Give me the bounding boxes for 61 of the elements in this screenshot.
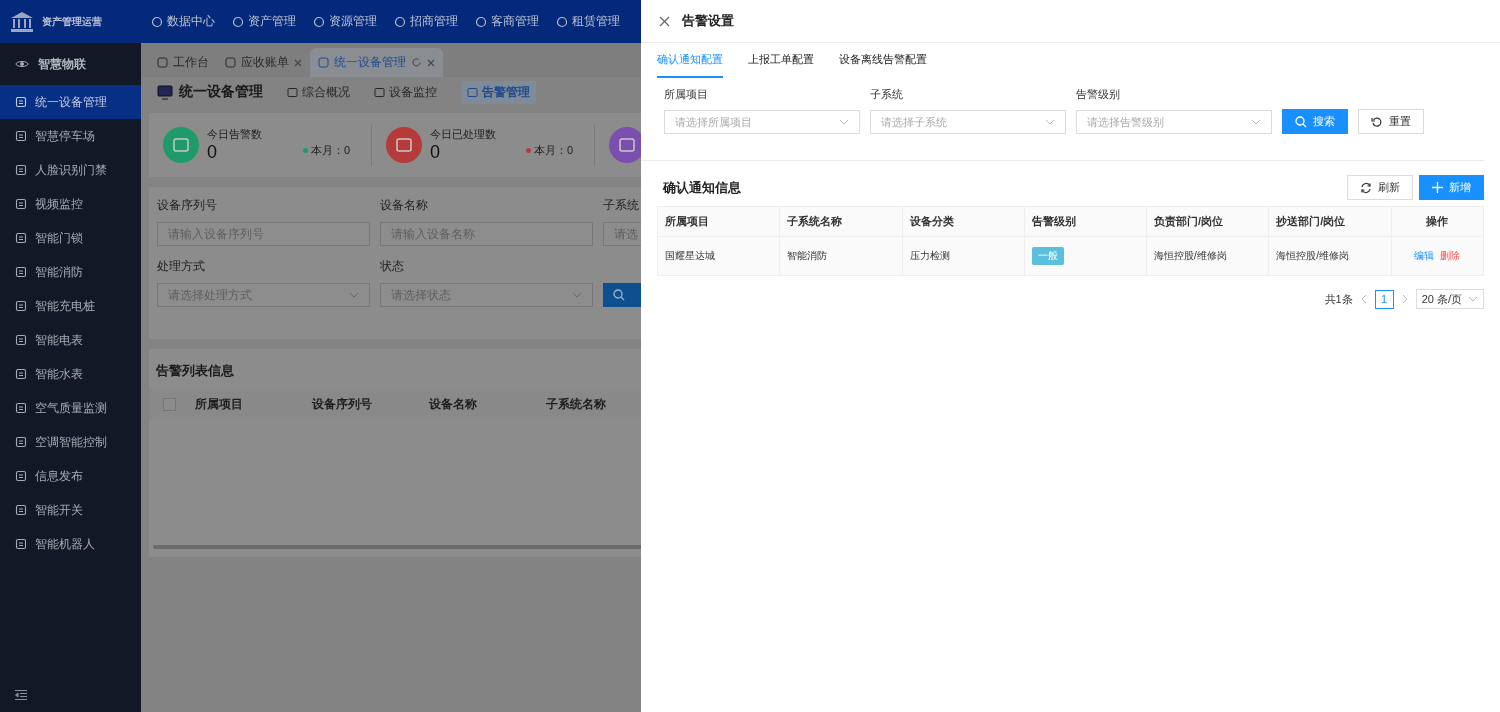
field-label: 设备序列号 — [157, 197, 218, 214]
subnav-tab[interactable]: 综合概况 — [287, 83, 350, 101]
column-header: 操作 — [1425, 214, 1450, 229]
section-title: 告警列表信息 — [155, 362, 235, 380]
level-tag: 一般 — [1031, 247, 1064, 265]
sidebar-item[interactable]: 空气质量监测 — [0, 391, 141, 425]
page-title: 统一设备管理 — [157, 83, 263, 101]
stat-label: 今日告警数 — [207, 127, 263, 142]
sidebar-item[interactable]: 空调智能控制 — [0, 425, 141, 459]
month-count: 本月：0 — [311, 142, 351, 158]
column-header: 设备名称 — [429, 395, 478, 413]
top-menu-item[interactable]: 租赁管理 — [556, 13, 620, 30]
sidebar-item[interactable]: 人脸识别门禁 — [0, 153, 141, 187]
field-label: 设备名称 — [380, 197, 429, 214]
stat-label: 今日已处理数 — [430, 127, 497, 142]
app-name: 资产管理运营 — [42, 14, 102, 29]
sidebar-item[interactable]: 智慧停车场 — [0, 119, 141, 153]
top-menu-item[interactable]: 资源管理 — [313, 13, 377, 30]
field-label: 所属项目 — [664, 87, 709, 102]
sidebar-item[interactable]: 智能开关 — [0, 493, 141, 527]
total-count: 共1条 — [1324, 291, 1353, 307]
stat-value: 0 — [207, 142, 218, 163]
column-header: 设备序列号 — [312, 395, 373, 413]
top-menu-item[interactable]: 招商管理 — [394, 13, 458, 30]
reset-button[interactable]: 重置 — [1358, 109, 1424, 134]
field-label: 状态 — [380, 258, 405, 275]
top-menu-item[interactable]: 数据中心 — [151, 13, 215, 30]
sidebar-item[interactable]: 智能水表 — [0, 357, 141, 391]
column-header: 子系统名称 — [546, 395, 607, 413]
table-cell: 国耀星达城 — [658, 237, 781, 275]
sidebar-item[interactable]: 智能门锁 — [0, 221, 141, 255]
stat-value: 0 — [430, 142, 441, 163]
tab[interactable]: 设备离线告警配置 — [839, 43, 927, 78]
sidebar-item[interactable]: 智能机器人 — [0, 527, 141, 561]
tab[interactable]: 上报工单配置 — [748, 43, 814, 78]
sidebar-item[interactable]: 智能充电桩 — [0, 289, 141, 323]
top-menu-item[interactable]: 客商管理 — [475, 13, 539, 30]
page-size-select[interactable]: 20 条/页 — [1415, 289, 1484, 309]
top-menu-item[interactable]: 资产管理 — [232, 13, 296, 30]
field-label: 子系统 — [603, 197, 640, 214]
sidebar-item[interactable]: 统一设备管理 — [0, 85, 141, 119]
table-cell: 智能消防 — [780, 237, 903, 275]
drawer-title: 告警设置 — [682, 12, 734, 30]
section-title: 确认通知信息 — [663, 178, 741, 197]
sidebar-item[interactable]: 智能电表 — [0, 323, 141, 357]
sidebar-item[interactable]: 智能消防 — [0, 255, 141, 289]
field-label: 子系统 — [870, 87, 904, 102]
subnav-tab[interactable]: 设备监控 — [374, 83, 437, 101]
page-tab[interactable]: 工作台 — [149, 48, 217, 77]
page-tab[interactable]: 应收账单 — [217, 48, 310, 77]
field-label: 告警级别 — [1076, 87, 1121, 102]
sidebar-item[interactable]: 视频监控 — [0, 187, 141, 221]
table-cell: 海恒控股/维修岗 — [1269, 237, 1392, 275]
sidebar-item[interactable]: 信息发布 — [0, 459, 141, 493]
refresh-button[interactable]: 刷新 — [1347, 175, 1413, 200]
field-label: 处理方式 — [157, 258, 206, 275]
table-cell: 压力检测 — [902, 237, 1025, 275]
column-header: 所属项目 — [195, 395, 244, 413]
month-count: 本月：0 — [534, 142, 574, 158]
table-cell: 海恒控股/维修岗 — [1147, 237, 1270, 275]
sidebar-heading: 智慧物联 — [0, 43, 141, 85]
